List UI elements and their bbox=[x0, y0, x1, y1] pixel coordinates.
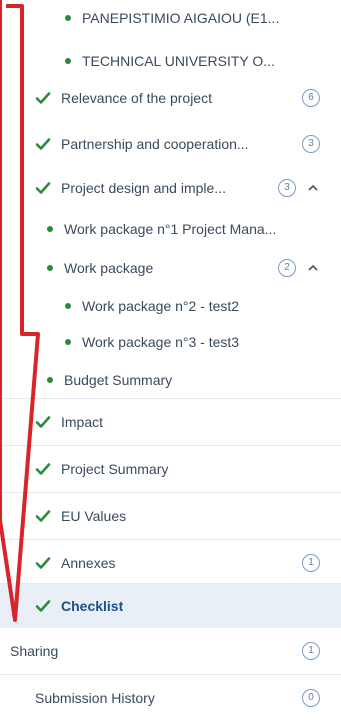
check-icon bbox=[35, 92, 51, 104]
check-icon bbox=[35, 416, 51, 428]
nav-item-project-summary[interactable]: Project Summary bbox=[0, 446, 341, 492]
nav-item-label: Budget Summary bbox=[64, 372, 173, 388]
nav-item-label: EU Values bbox=[61, 508, 127, 524]
count-badge: 3 bbox=[302, 135, 320, 153]
nav-item-label: Work package n°2 - test2 bbox=[82, 298, 240, 314]
count-badge: 1 bbox=[302, 554, 320, 572]
check-icon bbox=[35, 463, 51, 475]
nav-item-label: Work package n°3 - test3 bbox=[82, 334, 240, 350]
nav-item-label: Work package bbox=[64, 260, 154, 276]
bullet-dot-icon bbox=[47, 226, 53, 232]
check-icon bbox=[35, 182, 51, 194]
nav-item-label: TECHNICAL UNIVERSITY O... bbox=[82, 53, 275, 69]
nav-item-annexes[interactable]: Annexes 1 bbox=[0, 540, 341, 586]
nav-item-label: Impact bbox=[61, 414, 104, 430]
nav-item-partnership[interactable]: Partnership and cooperation... 3 bbox=[0, 121, 341, 167]
check-icon bbox=[35, 138, 51, 150]
nav-item-project-design[interactable]: Project design and imple... 3 bbox=[0, 165, 341, 211]
nav-item-label: Project Summary bbox=[61, 461, 169, 477]
count-badge: 2 bbox=[278, 259, 296, 277]
bullet-dot-icon bbox=[47, 377, 53, 383]
bullet-dot-icon bbox=[65, 303, 71, 309]
bullet-dot-icon bbox=[47, 265, 53, 271]
nav-item-eu-values[interactable]: EU Values bbox=[0, 493, 341, 539]
nav-item-label: Annexes bbox=[61, 555, 116, 571]
nav-item-label: Submission History bbox=[35, 690, 155, 706]
check-icon bbox=[35, 510, 51, 522]
bullet-dot-icon bbox=[65, 339, 71, 345]
check-icon bbox=[35, 557, 51, 569]
nav-item-submission-history[interactable]: Submission History 0 bbox=[0, 675, 341, 721]
count-badge: 3 bbox=[278, 179, 296, 197]
count-badge: 0 bbox=[302, 689, 320, 707]
nav-item-label: Checklist bbox=[61, 598, 124, 614]
bullet-dot-icon bbox=[65, 58, 71, 64]
chevron-up-icon[interactable] bbox=[306, 261, 320, 275]
nav-item-label: Work package n°1 Project Mana... bbox=[64, 221, 277, 237]
nav-item-label: Sharing bbox=[10, 643, 59, 659]
nav-item-panepistimio-aigaiou[interactable]: PANEPISTIMIO AIGAIOU (E1... bbox=[0, 0, 341, 41]
nav-item-checklist[interactable]: Checklist bbox=[0, 584, 341, 628]
proposal-sections-sidebar: PANEPISTIMIO AIGAIOU (E1... TECHNICAL UN… bbox=[0, 0, 341, 714]
nav-item-sharing[interactable]: Sharing 1 bbox=[0, 628, 341, 674]
nav-item-label: Relevance of the project bbox=[61, 90, 212, 106]
nav-item-impact[interactable]: Impact bbox=[0, 399, 341, 445]
nav-item-label: PANEPISTIMIO AIGAIOU (E1... bbox=[82, 10, 280, 26]
chevron-up-icon[interactable] bbox=[306, 181, 320, 195]
nav-item-label: Project design and imple... bbox=[61, 180, 226, 196]
nav-item-label: Partnership and cooperation... bbox=[61, 136, 249, 152]
count-badge: 6 bbox=[302, 89, 320, 107]
bullet-dot-icon bbox=[65, 15, 71, 21]
nav-item-budget-summary[interactable]: Budget Summary bbox=[0, 357, 341, 403]
count-badge: 1 bbox=[302, 642, 320, 660]
nav-item-relevance[interactable]: Relevance of the project 6 bbox=[0, 75, 341, 121]
check-icon bbox=[35, 600, 51, 612]
